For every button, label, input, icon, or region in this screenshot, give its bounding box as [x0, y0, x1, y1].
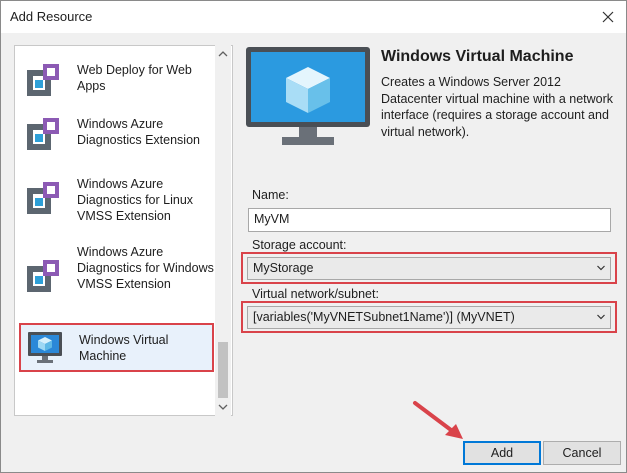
scroll-down-arrow-icon[interactable]	[218, 402, 228, 412]
dialog-title: Add Resource	[10, 9, 93, 24]
diagnostics-extension-icon	[27, 182, 59, 214]
name-label: Name:	[252, 188, 289, 202]
storage-account-value: MyStorage	[253, 261, 314, 275]
chevron-down-icon	[597, 265, 605, 271]
storage-account-label: Storage account:	[252, 238, 347, 252]
title-bar: Add Resource	[1, 1, 626, 33]
resource-list-scrollbar[interactable]	[215, 45, 231, 416]
virtual-network-label: Virtual network/subnet:	[252, 287, 379, 301]
resource-item-diagnostics-linux-vmss[interactable]: Windows Azure Diagnostics for Linux VMSS…	[19, 176, 215, 226]
diagnostics-extension-icon	[27, 118, 59, 150]
resource-item-diagnostics-extension[interactable]: Windows Azure Diagnostics Extension	[19, 116, 215, 150]
resource-item-label: Windows Virtual Machine	[79, 333, 169, 363]
scrollbar-thumb[interactable]	[218, 342, 228, 398]
resource-list[interactable]: Web Deploy for Web Apps Windows Azure Di…	[14, 45, 233, 416]
resource-item-windows-virtual-machine[interactable]: Windows Virtual Machine	[19, 323, 214, 372]
virtual-network-value: [variables('MyVNETSubnet1Name')] (MyVNET…	[253, 310, 515, 324]
chevron-down-icon	[597, 314, 605, 320]
web-deploy-icon	[27, 64, 59, 96]
resource-item-label: Windows Azure Diagnostics for Linux VMSS…	[77, 177, 194, 223]
virtual-machine-icon	[28, 332, 62, 363]
name-field-value: MyVM	[254, 212, 290, 226]
virtual-network-dropdown[interactable]: [variables('MyVNETSubnet1Name')] (MyVNET…	[247, 306, 611, 329]
resource-title: Windows Virtual Machine	[381, 48, 574, 65]
name-field[interactable]: MyVM	[248, 208, 611, 232]
resource-item-label: Web Deploy for Web Apps	[77, 63, 192, 93]
resource-item-diagnostics-windows-vmss[interactable]: Windows Azure Diagnostics for Windows VM…	[19, 244, 215, 310]
add-button[interactable]: Add	[463, 441, 541, 465]
diagnostics-extension-icon	[27, 260, 59, 292]
cancel-button[interactable]: Cancel	[543, 441, 621, 465]
storage-account-highlight: MyStorage	[241, 252, 617, 284]
resource-description: Creates a Windows Server 2012 Datacenter…	[381, 75, 614, 139]
virtual-network-highlight: [variables('MyVNETSubnet1Name')] (MyVNET…	[241, 301, 617, 333]
resource-item-web-deploy[interactable]: Web Deploy for Web Apps	[19, 62, 215, 96]
resource-item-label: Windows Azure Diagnostics Extension	[77, 117, 200, 147]
storage-account-dropdown[interactable]: MyStorage	[247, 257, 611, 280]
callout-arrow-icon	[413, 401, 463, 439]
resource-item-label: Windows Azure Diagnostics for Windows VM…	[77, 245, 214, 291]
scroll-up-arrow-icon[interactable]	[218, 49, 228, 59]
close-icon[interactable]	[598, 7, 618, 27]
virtual-machine-preview-icon	[246, 47, 370, 145]
add-resource-dialog: Add Resource Web Deploy for Web Apps Win…	[0, 0, 627, 473]
